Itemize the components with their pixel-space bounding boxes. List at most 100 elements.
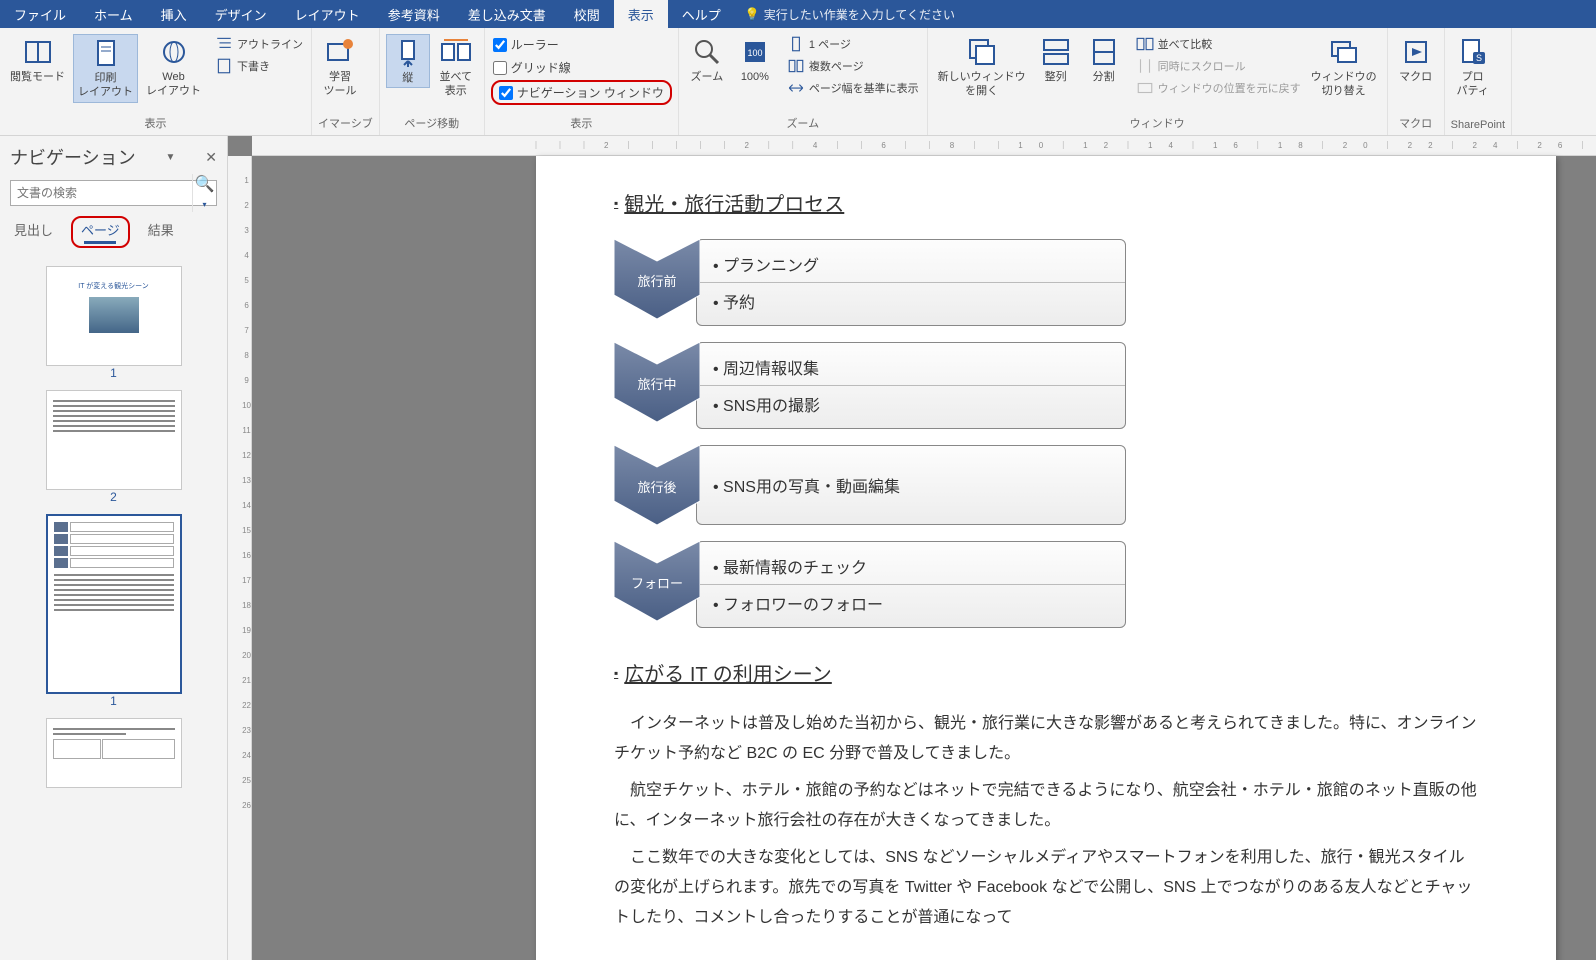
horizontal-ruler[interactable]: ｜｜｜2｜｜｜｜｜2｜｜4｜｜6｜｜8｜｜10｜12｜14｜16｜18｜20｜2… <box>252 136 1596 156</box>
ribbon-group-label-views: 表示 <box>6 113 305 135</box>
navtab-underline <box>84 241 116 244</box>
arrange-all-icon <box>1040 36 1072 68</box>
navpane-close-button[interactable]: ✕ <box>205 149 217 166</box>
svg-text:100: 100 <box>747 48 762 58</box>
switch-windows-button[interactable]: ウィンドウの 切り替え <box>1307 34 1381 101</box>
lightbulb-icon: 💡 <box>745 7 760 21</box>
ribbon-group-label-window: ウィンドウ <box>934 113 1381 135</box>
body-paragraph-2: 航空チケット、ホテル・旅館の予約などはネットで完結できるようになり、航空会社・ホ… <box>614 776 1478 837</box>
tab-layout[interactable]: レイアウト <box>281 0 374 28</box>
process-row: フォロー• 最新情報のチェック• フォロワーのフォロー <box>614 541 1478 628</box>
process-box: • プランニング• 予約 <box>696 239 1126 326</box>
properties-button[interactable]: S プロ パティ <box>1451 34 1495 101</box>
tab-review[interactable]: 校閲 <box>560 0 614 28</box>
zoom-icon <box>691 36 723 68</box>
chevron-shape: 旅行後 <box>614 445 700 525</box>
navpane-search-input[interactable] <box>11 186 192 200</box>
process-item: • SNS用の撮影 <box>697 385 1125 422</box>
page-thumbnail-4[interactable] <box>46 718 182 788</box>
ruler-checkbox[interactable]: ルーラー <box>491 34 672 55</box>
arrange-all-button[interactable]: 整列 <box>1034 34 1078 86</box>
process-item: • SNS用の写真・動画編集 <box>697 467 1125 503</box>
zoom-100-button[interactable]: 100 100% <box>733 34 777 86</box>
tell-me-search[interactable]: 💡 実行したい作業を入力してください <box>735 6 965 23</box>
outline-button[interactable]: アウトライン <box>213 34 305 54</box>
side-by-side-compare-icon <box>1136 35 1154 53</box>
thumb-label-3: 1 <box>46 694 182 708</box>
vertical-button[interactable]: 縦 <box>386 34 430 88</box>
reading-mode-icon <box>22 36 54 68</box>
process-diagram: 旅行前• プランニング• 予約旅行中• 周辺情報収集• SNS用の撮影旅行後• … <box>614 239 1478 628</box>
one-page-button[interactable]: 1 ページ <box>785 34 921 54</box>
web-layout-icon <box>158 36 190 68</box>
view-side-by-side-button[interactable]: 並べて比較 <box>1134 34 1303 54</box>
tell-me-label: 実行したい作業を入力してください <box>764 6 955 23</box>
thumb-label-1: 1 <box>46 366 182 380</box>
reset-window-pos-button: ウィンドウの位置を元に戻す <box>1134 78 1303 98</box>
process-item: • フォロワーのフォロー <box>697 584 1125 621</box>
navtab-pages[interactable]: ページ <box>81 220 120 244</box>
navigation-pane-checkbox[interactable]: ナビゲーション ウィンドウ <box>497 82 666 103</box>
ribbon-group-label-zoom: ズーム <box>685 113 921 135</box>
split-icon <box>1088 36 1120 68</box>
search-icon[interactable]: 🔍▾ <box>192 174 216 212</box>
process-box: • 周辺情報収集• SNS用の撮影 <box>696 342 1126 429</box>
reading-mode-button[interactable]: 閲覧モード <box>6 34 69 86</box>
ribbon-group-label-immersive: イマーシブ <box>318 113 373 135</box>
draft-button[interactable]: 下書き <box>213 56 305 76</box>
page-thumbnail-1[interactable]: IT が変える観光シーン <box>46 266 182 366</box>
navtab-headings[interactable]: 見出し <box>14 220 53 248</box>
print-layout-button[interactable]: 印刷 レイアウト <box>73 34 138 103</box>
multi-page-icon <box>787 57 805 75</box>
ribbon-group-label-macros: マクロ <box>1394 113 1438 135</box>
ribbon-group-label-pagemove: ページ移動 <box>386 113 478 135</box>
zoom-button[interactable]: ズーム <box>685 34 729 86</box>
process-item: • 周辺情報収集 <box>697 349 1125 385</box>
zoom-100-icon: 100 <box>739 36 771 68</box>
new-window-button[interactable]: 新しいウィンドウ を開く <box>934 34 1030 101</box>
menu-bar: ファイル ホーム 挿入 デザイン レイアウト 参考資料 差し込み文書 校閲 表示… <box>0 0 1596 28</box>
tab-references[interactable]: 参考資料 <box>374 0 454 28</box>
chevron-shape: 旅行前 <box>614 239 700 319</box>
body-paragraph-1: インターネットは普及し始めた当初から、観光・旅行業に大きな影響があると考えられて… <box>614 709 1478 770</box>
web-layout-button[interactable]: Web レイアウト <box>142 34 205 101</box>
new-window-icon <box>966 36 998 68</box>
ribbon: 閲覧モード 印刷 レイアウト Web レイアウト アウトライン 下書き <box>0 28 1596 136</box>
side-by-side-button[interactable]: 並べて 表示 <box>434 34 478 101</box>
navtab-pages-highlight: ページ <box>71 216 130 248</box>
split-button[interactable]: 分割 <box>1082 34 1126 86</box>
process-row: 旅行後• SNS用の写真・動画編集 <box>614 445 1478 525</box>
chevron-shape: フォロー <box>614 541 700 621</box>
page-thumbnail-2[interactable] <box>46 390 182 490</box>
sync-scroll-button: 同時にスクロール <box>1134 56 1303 76</box>
page-width-button[interactable]: ページ幅を基準に表示 <box>785 78 921 98</box>
tab-insert[interactable]: 挿入 <box>147 0 201 28</box>
macros-icon <box>1400 36 1432 68</box>
navtab-results[interactable]: 結果 <box>148 220 174 248</box>
tab-home[interactable]: ホーム <box>80 0 147 28</box>
print-layout-icon <box>90 37 122 69</box>
tab-mailings[interactable]: 差し込み文書 <box>454 0 560 28</box>
tab-design[interactable]: デザイン <box>201 0 281 28</box>
gridlines-checkbox[interactable]: グリッド線 <box>491 57 672 78</box>
ribbon-group-views: 閲覧モード 印刷 レイアウト Web レイアウト アウトライン 下書き <box>0 28 312 135</box>
page-thumbnail-3[interactable] <box>46 514 182 694</box>
tab-view[interactable]: 表示 <box>614 0 668 28</box>
tab-help[interactable]: ヘルプ <box>668 0 735 28</box>
learning-tools-button[interactable]: 学習 ツール <box>318 34 362 101</box>
switch-windows-icon <box>1328 36 1360 68</box>
process-row: 旅行中• 周辺情報収集• SNS用の撮影 <box>614 342 1478 429</box>
ribbon-group-window: 新しいウィンドウ を開く 整列 分割 並べて比較 同時にスクロール ウィンドウの… <box>928 28 1388 135</box>
macros-button[interactable]: マクロ <box>1394 34 1438 86</box>
navpane-search[interactable]: 🔍▾ <box>10 180 217 206</box>
thumb-label-2: 2 <box>46 490 182 504</box>
document-page[interactable]: 観光・旅行活動プロセス 旅行前• プランニング• 予約旅行中• 周辺情報収集• … <box>536 156 1556 960</box>
side-by-side-icon <box>440 36 472 68</box>
reset-pos-icon <box>1136 79 1154 97</box>
navpane-dropdown-icon[interactable]: ▼ <box>166 152 176 163</box>
ribbon-group-immersive: 学習 ツール イマーシブ <box>312 28 380 135</box>
multi-page-button[interactable]: 複数ページ <box>785 56 921 76</box>
tab-file[interactable]: ファイル <box>0 0 80 28</box>
vertical-ruler[interactable]: 1234567891011121314151617181920212223242… <box>228 156 252 960</box>
document-area: ｜｜｜2｜｜｜｜｜2｜｜4｜｜6｜｜8｜｜10｜12｜14｜16｜18｜20｜2… <box>228 136 1596 960</box>
